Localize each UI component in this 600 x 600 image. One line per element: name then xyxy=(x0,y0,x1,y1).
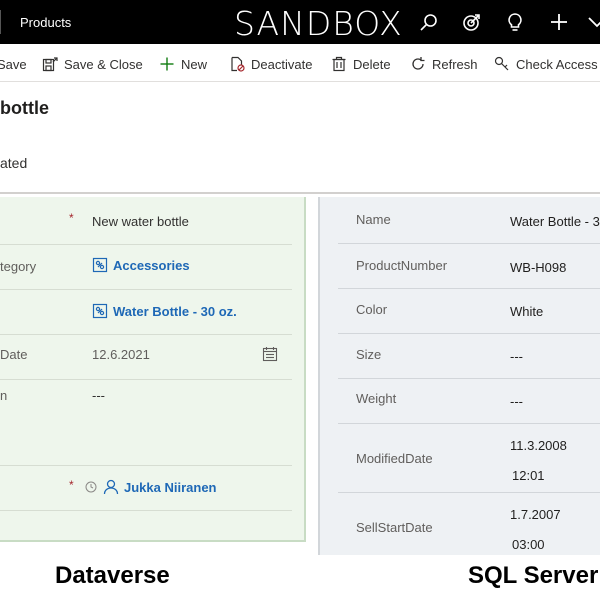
dataverse-row-description[interactable]: n --- xyxy=(0,380,292,466)
lightbulb-icon[interactable] xyxy=(504,11,526,33)
new-label: New xyxy=(181,56,208,72)
modifieddate-label: ModifiedDate xyxy=(356,451,433,466)
category-link[interactable]: Accessories xyxy=(92,257,190,273)
sql-server-caption: SQL Server xyxy=(468,562,599,589)
sellstartdate-label: SellStartDate xyxy=(356,520,433,535)
refresh-label: Refresh xyxy=(432,56,478,72)
save-close-button[interactable]: Save & Close xyxy=(42,54,143,74)
name-value: Water Bottle - 3 xyxy=(510,214,600,229)
delete-button[interactable]: Delete xyxy=(331,54,391,74)
sql-row-productnumber: ProductNumber WB-H098 xyxy=(338,244,600,289)
name-value[interactable]: New water bottle xyxy=(92,214,189,229)
panel-gutter xyxy=(306,194,318,600)
product-link[interactable]: Water Bottle - 30 oz. xyxy=(92,303,237,319)
dataverse-caption: Dataverse xyxy=(55,562,170,589)
dataverse-row-product[interactable]: Water Bottle - 30 oz. xyxy=(0,290,292,335)
owner-link[interactable]: Jukka Niiranen xyxy=(103,479,217,495)
record-lookup-icon xyxy=(92,257,108,273)
new-button[interactable]: New xyxy=(159,54,207,74)
dataverse-row-category[interactable]: tegory Accessories xyxy=(0,245,292,290)
target-icon[interactable] xyxy=(461,11,483,33)
record-header: bottle ated xyxy=(0,82,600,194)
owner-link-text: Jukka Niiranen xyxy=(124,479,217,495)
trash-icon xyxy=(332,56,346,72)
dataverse-row-name[interactable]: * New water bottle xyxy=(0,197,292,245)
sellstartdate-time: 03:00 xyxy=(512,537,545,552)
productnumber-label: ProductNumber xyxy=(356,258,448,273)
color-label: Color xyxy=(356,302,388,317)
weight-value: --- xyxy=(510,394,523,409)
command-bar: Save Save & Close New Deactivate Delete … xyxy=(0,44,600,82)
productnumber-value: WB-H098 xyxy=(510,260,567,275)
save-close-icon xyxy=(42,57,58,72)
color-value: White xyxy=(510,304,544,319)
plus-icon[interactable] xyxy=(548,11,570,33)
name-label: Name xyxy=(356,212,391,227)
sql-row-name: Name Water Bottle - 3 xyxy=(338,197,600,244)
record-subtitle: ated xyxy=(0,155,28,171)
date-label: Date xyxy=(0,347,28,362)
delete-label: Delete xyxy=(353,56,391,72)
sql-row-size: Size --- xyxy=(338,334,600,379)
clock-icon xyxy=(85,481,97,493)
app-title[interactable]: Products xyxy=(20,15,71,30)
refresh-button[interactable]: Refresh xyxy=(410,54,478,74)
chevron-down-icon[interactable] xyxy=(586,11,600,33)
dataverse-row-owner[interactable]: * Jukka Niiranen xyxy=(0,466,292,511)
required-marker: * xyxy=(69,211,74,225)
sql-row-weight: Weight --- xyxy=(338,379,600,424)
sql-row-modifieddate: ModifiedDate 11.3.2008 12:01 xyxy=(338,424,600,493)
description-value[interactable]: --- xyxy=(92,388,105,403)
required-marker: * xyxy=(69,478,74,492)
user-icon xyxy=(103,479,119,495)
modifieddate-time: 12:01 xyxy=(512,468,545,483)
calendar-icon[interactable] xyxy=(262,346,278,362)
modifieddate-date: 11.3.2008 xyxy=(510,438,567,453)
weight-label: Weight xyxy=(356,391,397,406)
sql-row-color: Color White xyxy=(338,289,600,334)
record-lookup-icon xyxy=(92,303,108,319)
deactivate-label: Deactivate xyxy=(251,56,313,72)
size-value: --- xyxy=(510,349,523,364)
dataverse-row-date[interactable]: Date 12.6.2021 xyxy=(0,335,292,380)
record-title: bottle xyxy=(0,98,49,118)
plus-icon xyxy=(160,57,174,71)
sql-row-sellstartdate: SellStartDate 1.7.2007 03:00 xyxy=(338,493,600,555)
check-access-label: Check Access xyxy=(516,56,598,72)
check-access-button[interactable]: Check Access xyxy=(494,54,598,74)
search-icon[interactable] xyxy=(418,11,440,33)
category-label: tegory xyxy=(0,259,37,274)
size-label: Size xyxy=(356,347,382,362)
key-icon xyxy=(494,56,509,71)
deactivate-icon xyxy=(231,56,245,72)
save-close-label: Save & Close xyxy=(64,56,143,72)
category-link-text: Accessories xyxy=(113,257,190,273)
description-label: n xyxy=(0,388,8,403)
environment-brand: SANDBOX xyxy=(234,4,403,43)
refresh-icon xyxy=(412,57,425,70)
save-label: Save xyxy=(0,56,27,72)
top-nav-bar: Products SANDBOX xyxy=(0,0,600,44)
product-link-text: Water Bottle - 30 oz. xyxy=(113,303,237,319)
nav-separator xyxy=(0,10,1,34)
deactivate-button[interactable]: Deactivate xyxy=(229,54,312,74)
date-value[interactable]: 12.6.2021 xyxy=(92,347,150,362)
sellstartdate-date: 1.7.2007 xyxy=(510,507,561,522)
save-button[interactable]: Save xyxy=(0,54,27,74)
